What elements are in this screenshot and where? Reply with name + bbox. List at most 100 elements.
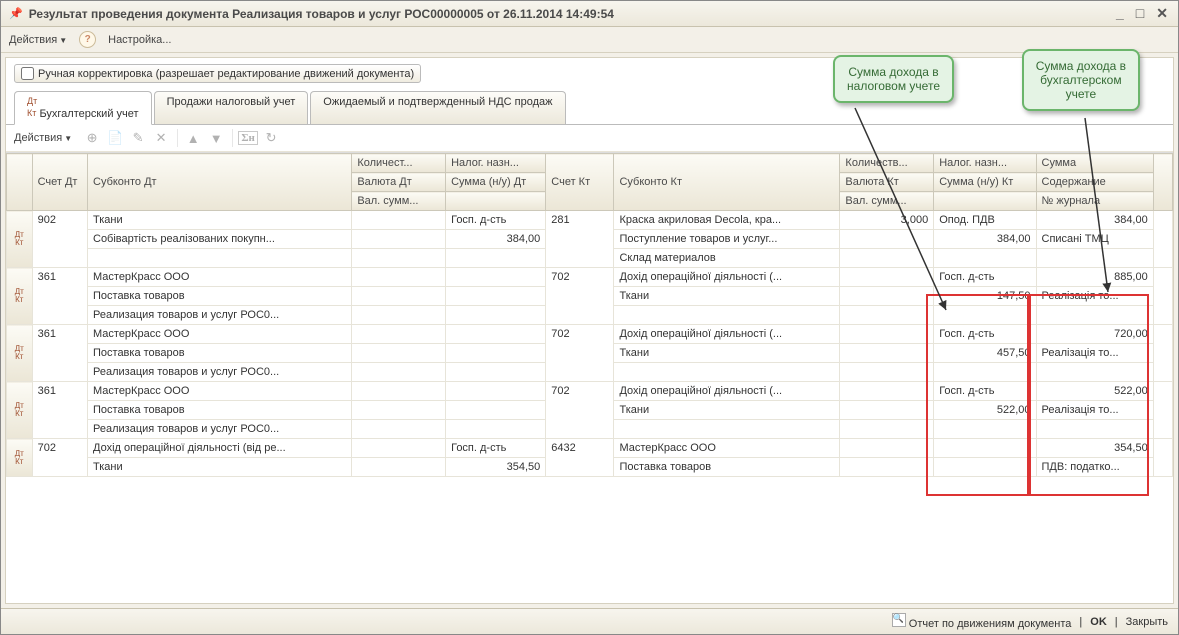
- cell-acct-kt: 702: [546, 325, 614, 382]
- col-qty-kt[interactable]: Количеств...: [840, 154, 934, 173]
- cell-sumnu-kt: 457,50: [934, 344, 1036, 363]
- tab-accounting[interactable]: ДтКт Бухгалтерский учет: [14, 91, 152, 125]
- cell-sum: 522,00: [1036, 382, 1153, 401]
- col-tax-kt[interactable]: Налог. назн...: [934, 154, 1036, 173]
- cell-sub-dt: Дохід операційної діяльності (від ре...: [88, 439, 352, 458]
- cell-sum: 384,00: [1036, 211, 1153, 230]
- table-row[interactable]: ДтКт 361 МастерКрасс ООО 702 Дохід опера…: [7, 325, 1173, 344]
- moveup-icon[interactable]: ▲: [177, 129, 202, 147]
- movedown-icon[interactable]: ▼: [207, 129, 225, 147]
- cell-qty-dt: [352, 439, 446, 458]
- cell-sub-dt: Ткани: [88, 211, 352, 230]
- add-icon[interactable]: ⊕: [83, 129, 101, 147]
- manual-correction-checkbox[interactable]: Ручная корректировка (разрешает редактир…: [14, 64, 421, 83]
- col-currency-dt[interactable]: Валюта Дт: [352, 173, 446, 192]
- col-sub-dt[interactable]: Субконто Дт: [88, 154, 352, 211]
- edit-icon[interactable]: ✎: [129, 129, 147, 147]
- cell-tax-dt: Госп. д-сть: [446, 439, 546, 458]
- table-header: Счет Дт Субконто Дт Количест... Налог. н…: [7, 154, 1173, 211]
- delete-icon[interactable]: ✕: [152, 129, 170, 147]
- table-row[interactable]: ДтКт 902 Ткани Госп. д-сть 281 Краска ак…: [7, 211, 1173, 230]
- window-title: Результат проведения документа Реализаци…: [29, 7, 1114, 21]
- col-acct-dt[interactable]: Счет Дт: [32, 154, 87, 211]
- cell-qty-kt: [840, 439, 934, 458]
- cell-content: Реалізація то...: [1036, 401, 1153, 420]
- col-sub-kt[interactable]: Субконто Кт: [614, 154, 840, 211]
- grid-actions-menu[interactable]: Действия▼: [14, 132, 72, 144]
- col-acct-kt[interactable]: Счет Кт: [546, 154, 614, 211]
- table-row[interactable]: ДтКт 702 Дохід операційної діяльності (в…: [7, 439, 1173, 458]
- refresh-icon[interactable]: ↻: [262, 129, 280, 147]
- cell-acct-kt: 702: [546, 382, 614, 439]
- close-footer-button[interactable]: Закрыть: [1126, 616, 1168, 628]
- cell-sub-dt: МастерКрасс ООО: [88, 382, 352, 401]
- cell-qty-dt: [352, 211, 446, 230]
- cell-sub-dt: [88, 249, 352, 268]
- col-content[interactable]: Содержание: [1036, 173, 1153, 192]
- tab-expected-vat[interactable]: Ожидаемый и подтвержденный НДС продаж: [310, 91, 565, 124]
- settings-button[interactable]: Настройка...: [108, 34, 171, 46]
- actions-menu[interactable]: Действия▼: [9, 34, 67, 46]
- manual-correction-input[interactable]: [21, 67, 34, 80]
- cell-tax-dt: [446, 382, 546, 401]
- cell-sumnu-kt: 384,00: [934, 230, 1036, 249]
- cell-sub-dt: МастерКрасс ООО: [88, 268, 352, 287]
- col-qty-dt[interactable]: Количест...: [352, 154, 446, 173]
- cell-sub-dt: Поставка товаров: [88, 287, 352, 306]
- cell-acct-dt: 902: [32, 211, 87, 268]
- report-movements-button[interactable]: Отчет по движениям документа: [892, 613, 1072, 630]
- table-row[interactable]: ДтКт 361 МастерКрасс ООО 702 Дохід опера…: [7, 382, 1173, 401]
- cell-sub-kt: [614, 420, 840, 439]
- row-marker: ДтКт: [7, 325, 33, 382]
- cell-sub-dt: МастерКрасс ООО: [88, 325, 352, 344]
- col-currency-kt[interactable]: Валюта Кт: [840, 173, 934, 192]
- pin-icon: 📌: [9, 7, 23, 20]
- minimize-button[interactable]: _: [1114, 5, 1126, 22]
- footer: Отчет по движениям документа | OK | Закр…: [1, 608, 1178, 634]
- cell-sumnu-dt: [446, 287, 546, 306]
- menubar: Действия▼ ? Настройка...: [1, 27, 1178, 53]
- cell-tax-kt: Госп. д-сть: [934, 325, 1036, 344]
- cell-sub-dt: Реализация товаров и услуг РОС0...: [88, 363, 352, 382]
- cell-sub-kt: Ткани: [614, 344, 840, 363]
- cell-sumnu-dt: [446, 344, 546, 363]
- col-valsum-kt[interactable]: Вал. сумм...: [840, 192, 934, 211]
- row-marker: ДтКт: [7, 382, 33, 439]
- grid-area[interactable]: Счет Дт Субконто Дт Количест... Налог. н…: [6, 152, 1173, 603]
- col-marker[interactable]: [7, 154, 33, 211]
- titlebar: 📌 Результат проведения документа Реализа…: [1, 1, 1178, 27]
- col-tax-dt[interactable]: Налог. назн...: [446, 154, 546, 173]
- cell-sumnu-dt: 354,50: [446, 458, 546, 477]
- help-icon[interactable]: ?: [79, 31, 96, 48]
- cell-sum: 354,50: [1036, 439, 1153, 458]
- cell-sub-dt: Реализация товаров и услуг РОС0...: [88, 306, 352, 325]
- cell-acct-dt: 702: [32, 439, 87, 477]
- cell-qty-kt: 3,000: [840, 211, 934, 230]
- cell-sub-kt: Ткани: [614, 401, 840, 420]
- col-sumnu-kt[interactable]: Сумма (н/у) Кт: [934, 173, 1036, 192]
- col-scroll: [1153, 154, 1172, 211]
- cell-acct-kt: 702: [546, 268, 614, 325]
- cell-sub-kt: Краска акриловая Decola, кра...: [614, 211, 840, 230]
- col-journal[interactable]: № журнала: [1036, 192, 1153, 211]
- row-marker: ДтКт: [7, 439, 33, 477]
- tab-accounting-icon: ДтКт: [27, 96, 37, 118]
- cell-sub-kt: Ткани: [614, 287, 840, 306]
- cell-content: ПДВ: податко...: [1036, 458, 1153, 477]
- tab-tax-sales[interactable]: Продажи налоговый учет: [154, 91, 309, 124]
- col-sum[interactable]: Сумма: [1036, 154, 1153, 173]
- cell-sub-kt: Дохід операційної діяльності (...: [614, 268, 840, 287]
- copy-icon[interactable]: 📄: [106, 129, 124, 147]
- close-button[interactable]: ✕: [1154, 5, 1170, 22]
- maximize-button[interactable]: □: [1134, 5, 1146, 22]
- col-valsum-dt[interactable]: Вал. сумм...: [352, 192, 446, 211]
- table-row[interactable]: ДтКт 361 МастерКрасс ООО 702 Дохід опера…: [7, 268, 1173, 287]
- cell-sub-kt: Поставка товаров: [614, 458, 840, 477]
- sigma-icon[interactable]: Σн: [232, 129, 257, 147]
- cell-acct-kt: 6432: [546, 439, 614, 477]
- row-marker: ДтКт: [7, 268, 33, 325]
- cell-tax-kt: Госп. д-сть: [934, 268, 1036, 287]
- col-sumnu-dt[interactable]: Сумма (н/у) Дт: [446, 173, 546, 192]
- ok-button[interactable]: OK: [1090, 616, 1107, 628]
- manual-correction-label: Ручная корректировка (разрешает редактир…: [38, 68, 414, 80]
